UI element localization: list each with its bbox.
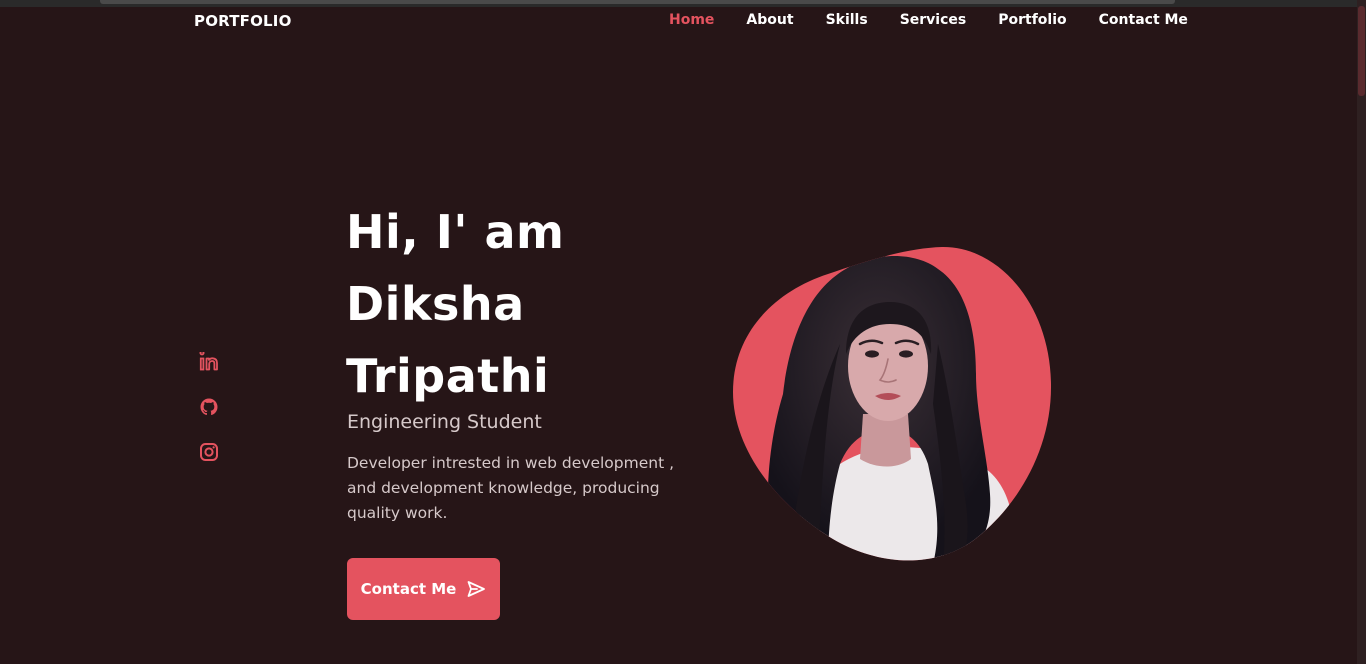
profile-photo	[733, 246, 1052, 561]
portfolio-page: PORTFOLIO Home About Skills Services Por…	[0, 0, 1366, 664]
send-icon	[467, 581, 486, 597]
hero-title: Hi, I' am Diksha Tripathi	[346, 196, 564, 412]
hero-description: Developer intrested in web development ,…	[347, 454, 675, 522]
page-scrollbar[interactable]	[1357, 0, 1366, 664]
nav-home[interactable]: Home	[669, 12, 714, 28]
nav-contact[interactable]: Contact Me	[1099, 12, 1188, 28]
browser-top-bar	[100, 0, 1175, 4]
scrollbar-thumb[interactable]	[1358, 6, 1365, 96]
nav-portfolio[interactable]: Portfolio	[998, 12, 1066, 28]
github-icon[interactable]	[199, 397, 219, 417]
contact-me-button-label: Contact Me	[360, 580, 457, 598]
nav-services[interactable]: Services	[900, 12, 967, 28]
hero-title-line-2: Diksha	[346, 277, 525, 331]
linkedin-icon[interactable]	[199, 352, 219, 372]
nav-skills[interactable]: Skills	[826, 12, 868, 28]
hero-title-line-1: Hi, I' am	[346, 205, 565, 259]
site-logo[interactable]: PORTFOLIO	[194, 12, 292, 30]
browser-top-strip	[0, 0, 1366, 7]
main-nav: Home About Skills Services Portfolio Con…	[669, 12, 1188, 28]
hero-subtitle: Engineering Student	[347, 411, 542, 433]
hero-title-line-3: Tripathi	[346, 349, 550, 403]
nav-about[interactable]: About	[746, 12, 793, 28]
contact-me-button[interactable]: Contact Me	[347, 558, 500, 620]
instagram-icon[interactable]	[199, 442, 219, 462]
social-links	[199, 352, 219, 487]
